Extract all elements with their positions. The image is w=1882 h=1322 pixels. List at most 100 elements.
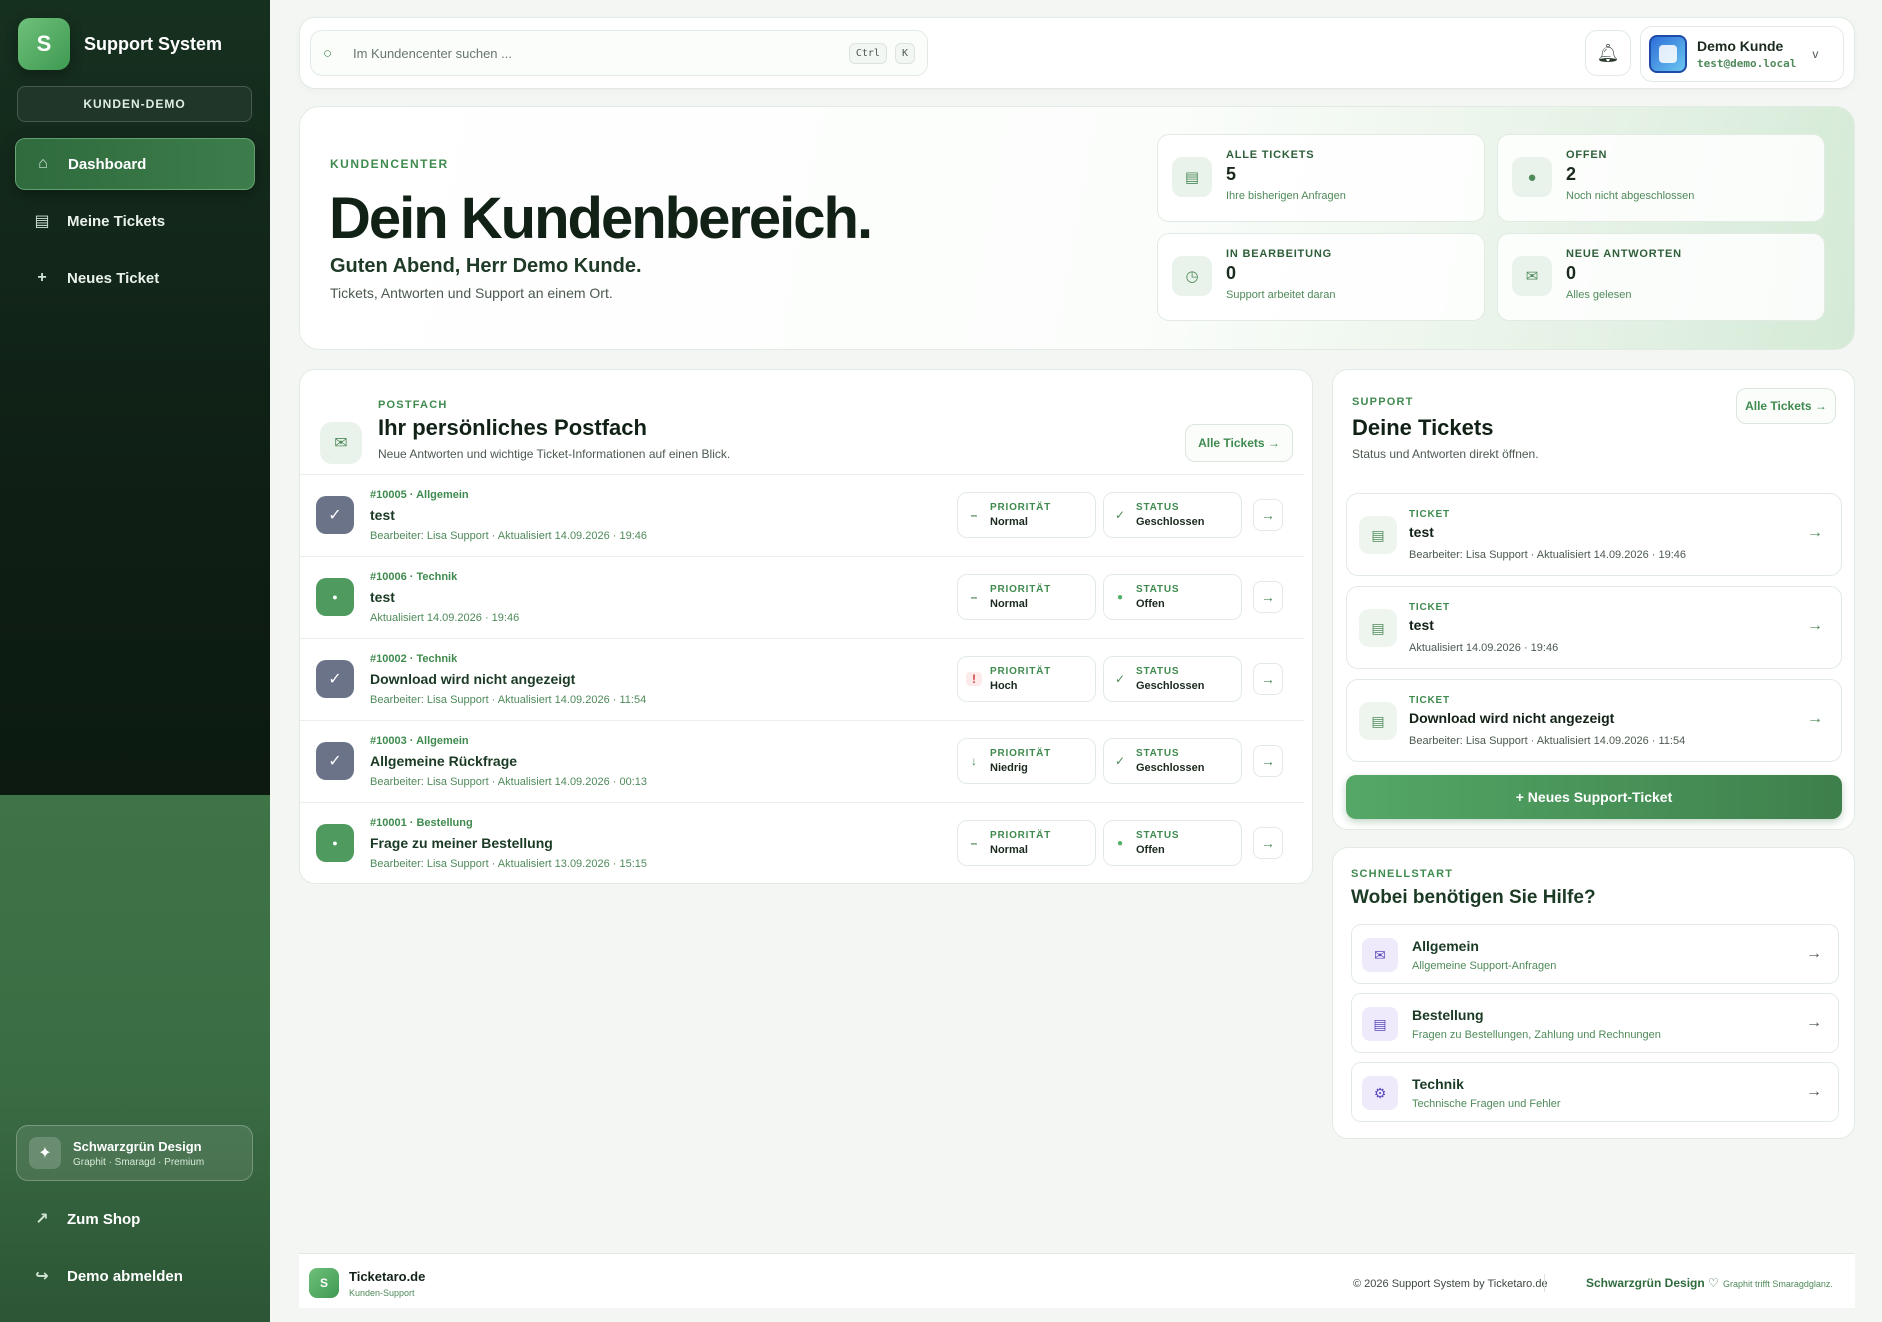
- open-ticket-button[interactable]: →: [1253, 663, 1283, 695]
- support-title: Deine Tickets: [1352, 415, 1494, 440]
- ticket-card-label: TICKET: [1409, 602, 1450, 613]
- mail-icon: ✉: [1512, 256, 1552, 296]
- status-value: Offen: [1136, 598, 1165, 610]
- all-tickets-button[interactable]: Alle Tickets →: [1185, 424, 1293, 462]
- list-icon: ▤: [1172, 157, 1212, 197]
- table-row[interactable]: ● #10006 · Technik test Aktualisiert 14.…: [300, 556, 1304, 638]
- search-input[interactable]: ○ Im Kundencenter suchen ... Ctrl K: [310, 30, 928, 76]
- stat-offen[interactable]: ● OFFEN 2 Noch nicht abgeschlossen: [1497, 134, 1825, 222]
- quickstart-title: Wobei benötigen Sie Hilfe?: [1351, 887, 1596, 908]
- search-placeholder: Im Kundencenter suchen ...: [353, 45, 512, 61]
- user-name: Demo Kunde: [1697, 38, 1784, 54]
- stat-label: IN BEARBEITUNG: [1226, 248, 1332, 260]
- exclamation-icon: !: [966, 672, 982, 686]
- status-value: Geschlossen: [1136, 762, 1205, 774]
- arrow-right-icon: →: [1261, 835, 1275, 851]
- table-row[interactable]: ✓ #10002 · Technik Download wird nicht a…: [300, 638, 1304, 720]
- stat-alle-tickets[interactable]: ▤ ALLE TICKETS 5 Ihre bisherigen Anfrage…: [1157, 134, 1485, 222]
- status-chip: ● STATUS Offen: [1103, 574, 1242, 620]
- user-menu[interactable]: Demo Kunde test@demo.local v: [1640, 26, 1844, 82]
- arrow-right-icon: →: [1261, 507, 1275, 523]
- priority-value: Normal: [990, 516, 1028, 528]
- list-icon: ▤: [34, 213, 50, 230]
- demo-badge: KUNDEN-DEMO: [17, 86, 252, 122]
- table-row[interactable]: ✓ #10003 · Allgemein Allgemeine Rückfrag…: [300, 720, 1304, 802]
- check-icon: ✓: [1114, 508, 1126, 522]
- new-support-ticket-button[interactable]: + Neues Support-Ticket: [1346, 775, 1842, 819]
- check-icon: ✓: [1114, 754, 1126, 768]
- inbox-header: ✉ POSTFACH Ihr persönliches Postfach Neu…: [320, 390, 1295, 470]
- chip-label: STATUS: [1136, 748, 1180, 759]
- ticket-title: test: [370, 589, 395, 605]
- arrow-right-icon: →: [1807, 617, 1823, 634]
- stat-label: OFFEN: [1566, 149, 1608, 161]
- table-row[interactable]: ✓ #10005 · Allgemein test Bearbeiter: Li…: [300, 474, 1304, 556]
- stat-in-bearbeitung[interactable]: ◷ IN BEARBEITUNG 0 Support arbeitet dara…: [1157, 233, 1485, 321]
- check-icon: ✓: [316, 742, 354, 780]
- search-icon: ○: [323, 44, 333, 62]
- ticket-info: Bearbeiter: Lisa Support · Aktualisiert …: [370, 858, 648, 870]
- ticket-card-info: Bearbeiter: Lisa Support · Aktualisiert …: [1409, 735, 1686, 747]
- quickstart-eyebrow: SCHNELLSTART: [1351, 868, 1454, 880]
- check-icon: ✓: [1114, 672, 1126, 686]
- ticket-card-info: Aktualisiert 14.09.2026 · 19:46: [1409, 642, 1559, 654]
- notifications-button[interactable]: 🔔︎: [1585, 30, 1631, 76]
- hero-subtitle: Tickets, Antworten und Support an einem …: [330, 285, 613, 301]
- status-value: Offen: [1136, 844, 1165, 856]
- ticket-title: Download wird nicht angezeigt: [370, 671, 576, 687]
- sidebar-item-neues-ticket[interactable]: + Neues Ticket: [15, 252, 255, 304]
- table-row[interactable]: ● #10001 · Bestellung Frage zu meiner Be…: [300, 802, 1304, 884]
- minus-icon: –: [970, 590, 978, 604]
- footer-copyright: © 2026 Support System by Ticketaro.de: [1353, 1278, 1548, 1290]
- chip-label: PRIORITÄT: [990, 748, 1052, 759]
- dot-icon: ●: [316, 578, 354, 616]
- theme-card[interactable]: ✦ Schwarzgrün Design Graphit · Smaragd ·…: [16, 1125, 253, 1181]
- ticket-meta: #10002 · Technik: [370, 653, 458, 665]
- chip-label: PRIORITÄT: [990, 502, 1052, 513]
- footer-logo: S: [309, 1268, 339, 1298]
- sidebar-item-label: Demo abmelden: [67, 1267, 183, 1285]
- arrow-right-icon: →: [1261, 753, 1275, 769]
- support-panel: SUPPORT Deine Tickets Status und Antwort…: [1332, 369, 1855, 830]
- footer-divider: [1544, 1274, 1545, 1292]
- minus-icon: –: [970, 508, 978, 522]
- ticket-info: Bearbeiter: Lisa Support · Aktualisiert …: [370, 530, 648, 542]
- open-ticket-button[interactable]: →: [1253, 581, 1283, 613]
- stat-value: 0: [1226, 263, 1237, 283]
- brand[interactable]: S Support System: [18, 18, 222, 70]
- sidebar-bottom-links: ↗ Zum Shop ↪ Demo abmelden: [15, 1193, 255, 1307]
- ticket-card-info: Bearbeiter: Lisa Support · Aktualisiert …: [1409, 549, 1687, 561]
- footer-name[interactable]: Ticketaro.de: [349, 1269, 425, 1284]
- status-value: Geschlossen: [1136, 516, 1205, 528]
- dot-icon: ●: [1512, 157, 1552, 197]
- shortcut-key-ctrl: Ctrl: [848, 42, 887, 64]
- support-eyebrow: SUPPORT: [1352, 396, 1414, 408]
- sidebar-item-dashboard[interactable]: ⌂ Dashboard: [15, 138, 255, 190]
- ticket-card-label: TICKET: [1409, 695, 1450, 706]
- stat-label: ALLE TICKETS: [1226, 149, 1315, 161]
- stat-note: Ihre bisherigen Anfragen: [1226, 190, 1346, 202]
- quickstart-item-title: Bestellung: [1412, 1007, 1484, 1023]
- quickstart-item-allgemein[interactable]: ✉ Allgemein Allgemeine Support-Anfragen …: [1351, 924, 1839, 984]
- ticket-card[interactable]: ▤ TICKET test Bearbeiter: Lisa Support ·…: [1346, 493, 1842, 576]
- status-chip: ● STATUS Offen: [1103, 820, 1242, 866]
- ticket-card-label: TICKET: [1409, 509, 1450, 520]
- arrow-up-right-icon: ↗: [35, 1211, 49, 1228]
- quickstart-item-bestellung[interactable]: ▤ Bestellung Fragen zu Bestellungen, Zah…: [1351, 993, 1839, 1053]
- sidebar-item-zum-shop[interactable]: ↗ Zum Shop: [15, 1193, 255, 1245]
- open-ticket-button[interactable]: →: [1253, 745, 1283, 777]
- chip-label: STATUS: [1136, 502, 1180, 513]
- page-title: Dein Kundenbereich.: [329, 186, 873, 251]
- sidebar-item-demo-abmelden[interactable]: ↪ Demo abmelden: [15, 1250, 255, 1302]
- support-all-tickets-button[interactable]: Alle Tickets →: [1736, 388, 1836, 424]
- open-ticket-button[interactable]: →: [1253, 499, 1283, 531]
- quickstart-item-technik[interactable]: ⚙ Technik Technische Fragen und Fehler →: [1351, 1062, 1839, 1122]
- stat-neue-antworten[interactable]: ✉ NEUE ANTWORTEN 0 Alles gelesen: [1497, 233, 1825, 321]
- sidebar-item-meine-tickets[interactable]: ▤ Meine Tickets: [15, 195, 255, 247]
- hero-eyebrow: KUNDENCENTER: [330, 157, 449, 171]
- open-ticket-button[interactable]: →: [1253, 827, 1283, 859]
- inbox-panel: ✉ POSTFACH Ihr persönliches Postfach Neu…: [299, 369, 1313, 884]
- ticket-card[interactable]: ▤ TICKET Download wird nicht angezeigt B…: [1346, 679, 1842, 762]
- ticket-card[interactable]: ▤ TICKET test Aktualisiert 14.09.2026 · …: [1346, 586, 1842, 669]
- quickstart-item-title: Technik: [1412, 1076, 1464, 1092]
